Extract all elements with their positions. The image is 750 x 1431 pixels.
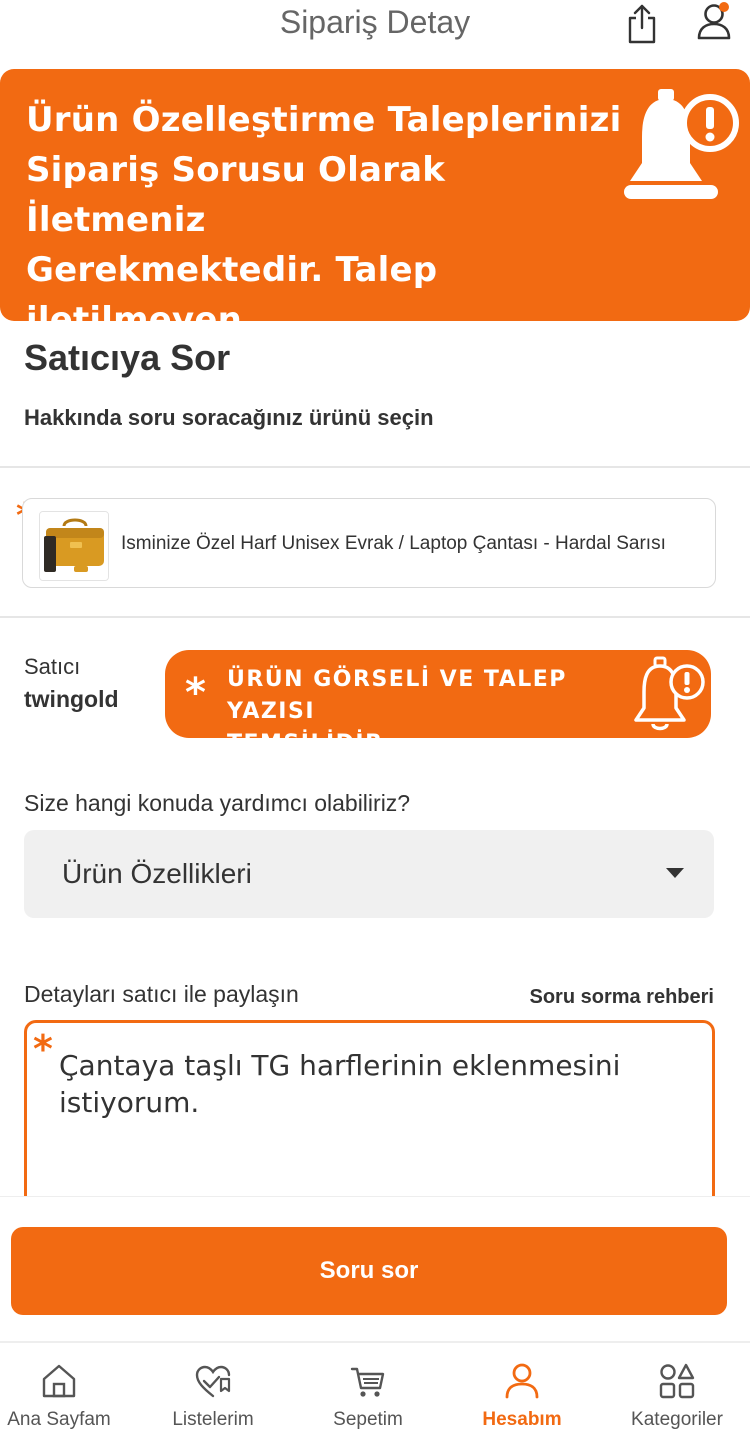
- divider: [0, 616, 750, 618]
- user-icon: [697, 2, 731, 40]
- representative-notice-pill: * ÜRÜN GÖRSELİ VE TALEP YAZISI TEMSİLİDİ…: [165, 650, 711, 756]
- submit-area: Soru sor: [0, 1196, 750, 1341]
- divider: [0, 466, 750, 468]
- ask-question-button[interactable]: Soru sor: [11, 1227, 727, 1315]
- tab-account[interactable]: Hesabım: [447, 1343, 597, 1431]
- seller-label: Satıcı: [24, 654, 81, 679]
- details-label: Detayları satıcı ile paylaşın: [24, 981, 299, 1007]
- categories-icon: [659, 1363, 695, 1399]
- tab-label: Kategoriler: [631, 1409, 723, 1430]
- heart-list-icon: [195, 1365, 231, 1398]
- share-icon: [628, 4, 656, 44]
- question-guide-link[interactable]: Soru sorma rehberi: [529, 986, 714, 1009]
- required-mark: *: [33, 1027, 53, 1071]
- home-icon: [42, 1364, 76, 1398]
- share-button[interactable]: [622, 2, 662, 46]
- tab-home[interactable]: Ana Sayfam: [0, 1343, 134, 1431]
- tab-cart[interactable]: Sepetim: [293, 1343, 443, 1431]
- app-header: Sipariş Detay: [0, 0, 750, 50]
- cart-icon: [350, 1367, 385, 1397]
- account-button[interactable]: [694, 0, 740, 44]
- star-mark: *: [185, 670, 206, 716]
- ask-seller-title: Satıcıya Sor: [24, 337, 231, 378]
- bottom-tab-bar: Ana Sayfam Listelerim Sepetim Hesabım Ka…: [0, 1341, 750, 1431]
- chevron-down-icon: [666, 868, 684, 878]
- bell-alert-icon: [624, 89, 739, 199]
- tab-lists[interactable]: Listelerim: [138, 1343, 288, 1431]
- account-icon: [505, 1363, 539, 1399]
- banner-text: Ürün Özelleştirme Taleplerinizi Sipariş …: [26, 100, 622, 440]
- customization-warning-banner: Ürün Özelleştirme Taleplerinizi Sipariş …: [0, 69, 750, 440]
- tab-categories[interactable]: Kategoriler: [602, 1343, 750, 1431]
- select-product-instruction: Hakkında soru soracağınız ürünü seçin: [24, 405, 434, 430]
- topic-selected-value: Ürün Özellikleri: [62, 858, 252, 889]
- topic-select[interactable]: Ürün Özellikleri: [24, 830, 714, 918]
- tab-label: Ana Sayfam: [7, 1409, 111, 1430]
- notice-text: ÜRÜN GÖRSELİ VE TALEP YAZISI TEMSİLİDİR: [227, 667, 567, 756]
- tab-label: Hesabım: [482, 1409, 562, 1430]
- topic-label: Size hangi konuda yardımcı olabiliriz?: [24, 790, 411, 816]
- product-selector-card[interactable]: Isminize Özel Harf Unisex Evrak / Laptop…: [22, 498, 716, 588]
- details-text: Çantaya taşlı TG harflerinin eklenmesini…: [59, 1049, 621, 1119]
- seller-name: twingold: [24, 686, 119, 712]
- tab-label: Sepetim: [333, 1409, 403, 1430]
- tab-label: Listelerim: [172, 1409, 254, 1430]
- product-thumbnail: [39, 511, 109, 581]
- bag-image: [40, 512, 108, 580]
- product-name: Isminize Özel Harf Unisex Evrak / Laptop…: [121, 533, 666, 554]
- bell-alert-icon: [634, 656, 705, 731]
